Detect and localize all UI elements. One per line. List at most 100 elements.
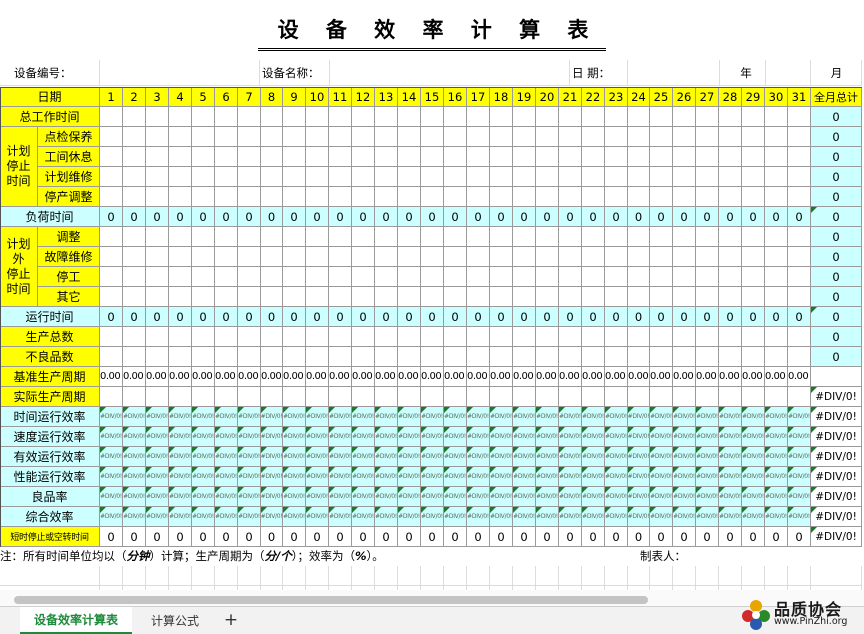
data-cell[interactable] xyxy=(444,167,467,187)
data-cell[interactable] xyxy=(765,287,788,307)
data-cell[interactable]: 0 xyxy=(329,527,352,547)
data-cell[interactable]: #DIV/0! xyxy=(444,407,467,427)
data-cell[interactable] xyxy=(513,287,536,307)
data-cell[interactable]: #DIV/0! xyxy=(444,487,467,507)
data-cell[interactable] xyxy=(650,387,673,407)
data-cell[interactable]: 0.00 xyxy=(352,367,375,387)
data-cell[interactable] xyxy=(742,347,765,367)
data-cell[interactable]: #DIV/0! xyxy=(306,427,329,447)
data-cell[interactable]: #DIV/0! xyxy=(261,447,283,467)
data-cell[interactable] xyxy=(467,347,490,367)
data-cell[interactable]: #DIV/0! xyxy=(352,447,375,467)
data-cell[interactable]: #DIV/0! xyxy=(169,507,192,527)
data-cell[interactable]: #DIV/0! xyxy=(513,407,536,427)
data-cell[interactable]: #DIV/0! xyxy=(375,487,398,507)
data-cell[interactable]: 0 xyxy=(605,527,628,547)
data-cell[interactable]: #DIV/0! xyxy=(215,407,238,427)
data-cell[interactable]: #DIV/0! xyxy=(605,407,628,427)
data-cell[interactable] xyxy=(490,167,513,187)
data-cell[interactable] xyxy=(261,167,283,187)
data-cell[interactable] xyxy=(719,167,742,187)
data-cell[interactable] xyxy=(375,227,398,247)
total-cell[interactable]: #DIV/0! xyxy=(811,407,862,427)
data-cell[interactable] xyxy=(192,107,215,127)
data-cell[interactable]: #DIV/0! xyxy=(719,447,742,467)
data-cell[interactable]: 0 xyxy=(421,207,444,227)
data-cell[interactable]: 0 xyxy=(238,527,261,547)
data-cell[interactable] xyxy=(283,287,306,307)
total-cell[interactable]: 0 xyxy=(811,327,862,347)
data-cell[interactable] xyxy=(719,387,742,407)
data-cell[interactable]: 0 xyxy=(123,527,146,547)
data-cell[interactable] xyxy=(742,187,765,207)
data-cell[interactable]: 0 xyxy=(398,207,421,227)
data-cell[interactable] xyxy=(467,247,490,267)
data-cell[interactable]: #DIV/0! xyxy=(559,467,582,487)
total-cell[interactable]: 0 xyxy=(811,307,862,327)
data-cell[interactable]: #DIV/0! xyxy=(352,467,375,487)
data-cell[interactable] xyxy=(100,147,123,167)
data-cell[interactable] xyxy=(536,107,559,127)
data-cell[interactable] xyxy=(352,387,375,407)
data-cell[interactable]: #DIV/0! xyxy=(352,487,375,507)
empty-cell[interactable] xyxy=(605,566,628,586)
tab-formula[interactable]: 计算公式 xyxy=(138,607,212,634)
data-cell[interactable] xyxy=(719,247,742,267)
data-cell[interactable]: 0.00 xyxy=(673,367,696,387)
data-cell[interactable] xyxy=(536,167,559,187)
data-cell[interactable]: 0.00 xyxy=(306,367,329,387)
data-cell[interactable] xyxy=(467,287,490,307)
data-cell[interactable] xyxy=(398,147,421,167)
data-cell[interactable]: 0 xyxy=(238,307,261,327)
data-cell[interactable]: #DIV/0! xyxy=(100,507,123,527)
data-cell[interactable]: #DIV/0! xyxy=(742,407,765,427)
empty-cell[interactable] xyxy=(742,566,765,586)
data-cell[interactable] xyxy=(628,187,650,207)
data-cell[interactable] xyxy=(375,347,398,367)
data-cell[interactable] xyxy=(283,147,306,167)
data-cell[interactable] xyxy=(788,147,811,167)
data-cell[interactable] xyxy=(765,167,788,187)
data-cell[interactable] xyxy=(788,287,811,307)
data-cell[interactable] xyxy=(650,287,673,307)
data-cell[interactable] xyxy=(123,107,146,127)
data-cell[interactable] xyxy=(306,287,329,307)
data-cell[interactable]: #DIV/0! xyxy=(536,427,559,447)
data-cell[interactable] xyxy=(352,267,375,287)
data-cell[interactable] xyxy=(306,247,329,267)
data-cell[interactable] xyxy=(765,247,788,267)
data-cell[interactable]: 0 xyxy=(788,207,811,227)
data-cell[interactable]: 0.00 xyxy=(742,367,765,387)
data-cell[interactable]: 0 xyxy=(696,207,719,227)
data-cell[interactable] xyxy=(398,227,421,247)
data-cell[interactable] xyxy=(696,387,719,407)
data-cell[interactable]: 0.00 xyxy=(490,367,513,387)
data-cell[interactable]: 0 xyxy=(238,207,261,227)
data-cell[interactable]: #DIV/0! xyxy=(123,507,146,527)
data-cell[interactable] xyxy=(719,287,742,307)
data-cell[interactable]: 0 xyxy=(352,527,375,547)
data-cell[interactable]: #DIV/0! xyxy=(421,467,444,487)
data-cell[interactable]: 0 xyxy=(559,527,582,547)
empty-cell[interactable] xyxy=(444,566,467,586)
data-cell[interactable] xyxy=(513,387,536,407)
tab-equipment-efficiency[interactable]: 设备效率计算表 xyxy=(20,607,132,634)
data-cell[interactable] xyxy=(490,147,513,167)
data-cell[interactable]: 0 xyxy=(444,307,467,327)
data-cell[interactable]: #DIV/0! xyxy=(329,407,352,427)
data-cell[interactable]: 0 xyxy=(696,527,719,547)
data-cell[interactable] xyxy=(306,167,329,187)
data-cell[interactable]: 0 xyxy=(352,307,375,327)
data-cell[interactable]: 0 xyxy=(490,207,513,227)
data-cell[interactable] xyxy=(283,267,306,287)
data-cell[interactable] xyxy=(467,187,490,207)
data-cell[interactable]: #DIV/0! xyxy=(673,487,696,507)
data-cell[interactable] xyxy=(215,347,238,367)
data-cell[interactable] xyxy=(719,327,742,347)
data-cell[interactable] xyxy=(238,327,261,347)
data-cell[interactable] xyxy=(329,147,352,167)
data-cell[interactable]: #DIV/0! xyxy=(352,507,375,527)
data-cell[interactable] xyxy=(650,127,673,147)
data-cell[interactable]: #DIV/0! xyxy=(238,507,261,527)
data-cell[interactable] xyxy=(169,147,192,167)
